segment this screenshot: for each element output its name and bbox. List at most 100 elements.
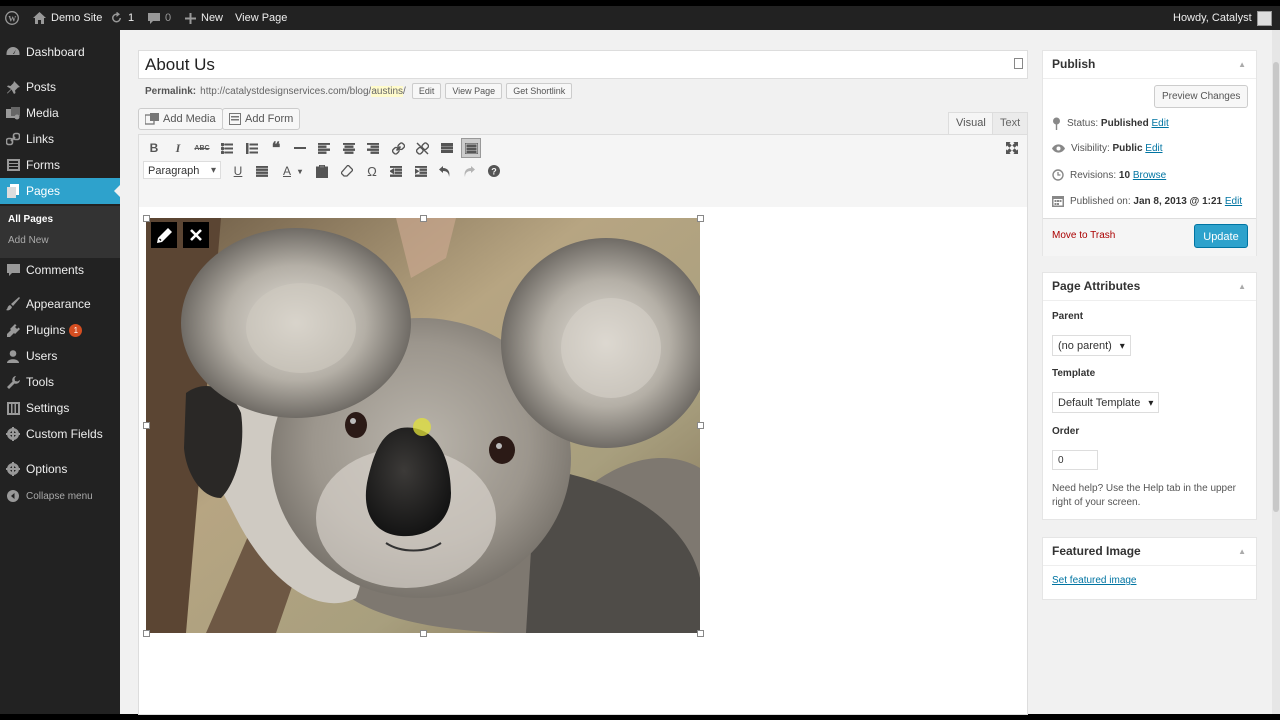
page-scrollbar[interactable]	[1272, 30, 1280, 714]
menu-links[interactable]: Links	[0, 127, 120, 151]
plus-icon	[185, 12, 196, 24]
menu-custom-fields[interactable]: Custom Fields	[0, 422, 120, 446]
submenu-all-pages[interactable]: All Pages	[8, 214, 53, 225]
view-page-link[interactable]: View Page	[235, 6, 287, 30]
view-page-button[interactable]: View Page	[445, 83, 503, 99]
menu-pages[interactable]: Pages	[0, 178, 120, 204]
menu-dashboard[interactable]: Dashboard	[0, 40, 120, 64]
clear-formatting-button[interactable]	[338, 162, 356, 180]
permalink-tail: /	[403, 85, 406, 97]
featured-image-heading[interactable]: Featured Image ▲	[1043, 538, 1256, 566]
submenu-add-new[interactable]: Add New	[8, 235, 49, 246]
numbered-list-button[interactable]	[243, 139, 261, 157]
resize-handle[interactable]	[143, 630, 150, 637]
tab-text[interactable]: Text	[992, 112, 1029, 134]
template-select[interactable]: Default Template	[1052, 392, 1160, 414]
set-featured-image-link[interactable]: Set featured image	[1052, 575, 1137, 586]
menu-media[interactable]: Media	[0, 101, 120, 125]
underline-button[interactable]: U	[229, 162, 247, 180]
permalink-slug[interactable]: austins	[371, 85, 404, 97]
text-color-dropdown[interactable]: ▾	[294, 162, 306, 180]
updates-link[interactable]: 1	[110, 6, 134, 30]
menu-tools[interactable]: Tools	[0, 370, 120, 394]
new-content-link[interactable]: New	[185, 6, 223, 30]
menu-options[interactable]: Options	[0, 457, 120, 481]
edit-status-link[interactable]: Edit	[1152, 118, 1169, 129]
edit-image-button[interactable]	[151, 222, 177, 248]
unlink-icon	[415, 141, 429, 155]
update-button[interactable]: Update	[1194, 224, 1248, 248]
menu-appearance[interactable]: Appearance	[0, 292, 120, 316]
resize-handle[interactable]	[143, 215, 150, 222]
site-name-link[interactable]: Demo Site	[33, 6, 102, 30]
wordpress-logo-icon[interactable]: W	[5, 6, 19, 30]
permalink-base[interactable]: http://catalystdesignservices.com/blog/	[200, 86, 371, 97]
menu-comments[interactable]: Comments	[0, 258, 120, 282]
indent-button[interactable]	[412, 162, 430, 180]
align-left-button[interactable]	[315, 139, 333, 157]
menu-plugins[interactable]: Plugins 1	[0, 318, 120, 342]
menu-forms[interactable]: Forms	[0, 153, 120, 177]
resize-handle[interactable]	[697, 215, 704, 222]
bold-button[interactable]: B	[145, 139, 163, 157]
comments-link[interactable]: 0	[148, 6, 171, 30]
undo-button[interactable]	[436, 162, 454, 180]
help-button[interactable]: ?	[485, 162, 503, 180]
resize-handle[interactable]	[143, 422, 150, 429]
publish-heading[interactable]: Publish ▲	[1043, 51, 1256, 79]
expand-icon[interactable]	[1014, 58, 1023, 69]
edit-visibility-link[interactable]: Edit	[1145, 143, 1162, 154]
redo-button[interactable]	[460, 162, 478, 180]
menu-posts[interactable]: Posts	[0, 75, 120, 99]
bullet-list-button[interactable]	[218, 139, 236, 157]
page-attributes-heading[interactable]: Page Attributes ▲	[1043, 273, 1256, 301]
outdent-button[interactable]	[387, 162, 405, 180]
add-form-button[interactable]: Add Form	[222, 108, 301, 130]
tab-visual[interactable]: Visual	[948, 112, 994, 134]
remove-image-button[interactable]	[183, 222, 209, 248]
align-center-button[interactable]	[340, 139, 358, 157]
koala-image[interactable]	[146, 218, 700, 633]
insert-link-button[interactable]	[389, 139, 407, 157]
menu-settings[interactable]: Settings	[0, 396, 120, 420]
paste-as-text-button[interactable]: T	[313, 162, 331, 180]
resize-handle[interactable]	[697, 630, 704, 637]
collapse-arrow-icon[interactable]: ▲	[1238, 51, 1246, 78]
toolbar-toggle-button[interactable]	[461, 138, 481, 158]
order-input[interactable]: 0	[1052, 450, 1098, 470]
italic-button[interactable]: I	[169, 139, 187, 157]
special-character-button[interactable]: Ω	[363, 162, 381, 180]
get-shortlink-button[interactable]: Get Shortlink	[506, 83, 573, 99]
add-media-button[interactable]: Add Media	[138, 108, 223, 130]
resize-handle[interactable]	[420, 215, 427, 222]
edit-permalink-button[interactable]: Edit	[411, 83, 442, 99]
strikethrough-button[interactable]: ABC	[193, 139, 211, 157]
blockquote-button[interactable]: ❝	[267, 139, 285, 157]
home-icon	[33, 12, 46, 24]
clipboard-icon: T	[316, 164, 328, 178]
title-input[interactable]: About Us	[138, 50, 1028, 79]
justify-button[interactable]	[253, 162, 271, 180]
insert-more-button[interactable]	[438, 139, 456, 157]
move-to-trash-link[interactable]: Move to Trash	[1052, 230, 1115, 241]
preview-changes-button[interactable]: Preview Changes	[1154, 85, 1249, 108]
my-account-link[interactable]: Howdy, Catalyst	[1173, 6, 1272, 30]
media-icon	[145, 113, 159, 125]
edit-date-link[interactable]: Edit	[1225, 196, 1242, 207]
refresh-icon	[112, 12, 121, 23]
remove-link-button[interactable]	[413, 139, 431, 157]
distraction-free-button[interactable]	[1003, 139, 1021, 157]
resize-handle[interactable]	[420, 630, 427, 637]
collapse-arrow-icon[interactable]: ▲	[1238, 538, 1246, 565]
parent-select[interactable]: (no parent)	[1052, 335, 1131, 357]
menu-users[interactable]: Users	[0, 344, 120, 368]
align-right-button[interactable]	[364, 139, 382, 157]
browse-revisions-link[interactable]: Browse	[1133, 170, 1166, 181]
collapse-arrow-icon[interactable]: ▲	[1238, 273, 1246, 300]
scrollbar-thumb[interactable]	[1273, 62, 1279, 512]
comment-bubble-icon	[148, 12, 160, 24]
format-select[interactable]: Paragraph	[143, 161, 221, 180]
horizontal-rule-button[interactable]	[291, 139, 309, 157]
resize-handle[interactable]	[697, 422, 704, 429]
collapse-menu-button[interactable]: Collapse menu	[0, 484, 120, 508]
